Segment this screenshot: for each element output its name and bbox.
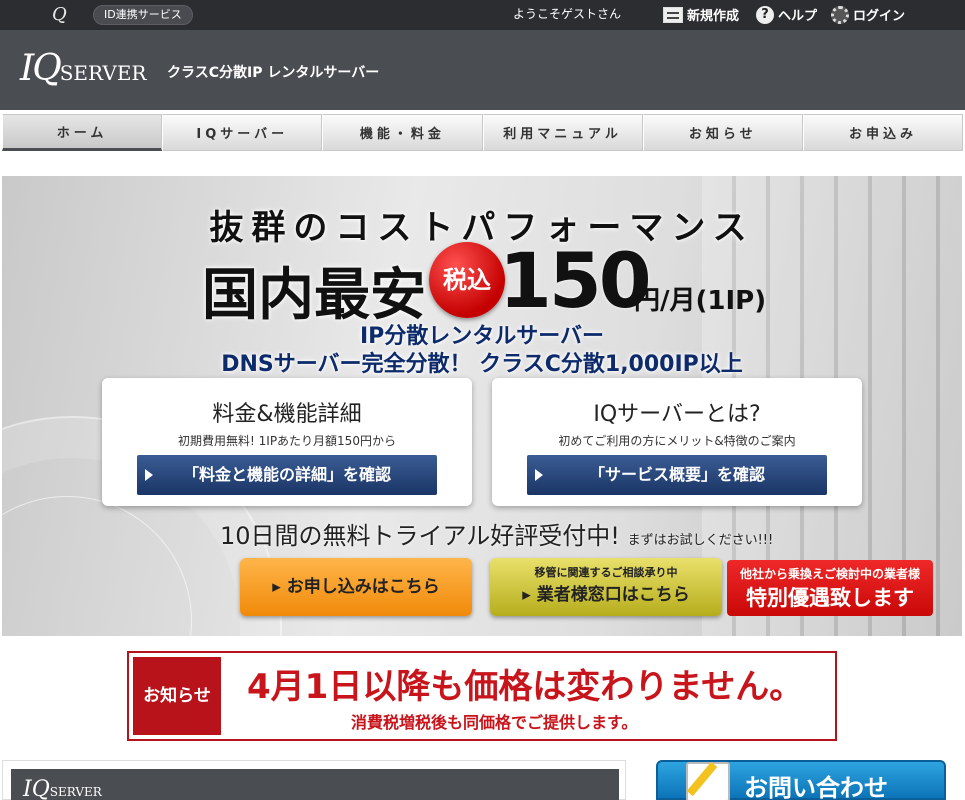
iq-server-logo[interactable]: IQSERVER: [20, 48, 146, 89]
main-nav: ホーム IQサーバー 機能・料金 利用マニュアル お知らせ お申込み: [2, 114, 964, 151]
pencil-note-icon: [686, 762, 730, 800]
nav-news[interactable]: お知らせ: [642, 114, 803, 151]
hero-subtitle-2: DNSサーバー完全分散！ クラスC分散1,000IP以上: [221, 352, 743, 377]
special-offer-banner[interactable]: 他社から乗換えご検討中の業者様 特別優遇致します: [727, 560, 933, 616]
free-trial-small: まずはお試しください!!!: [627, 533, 774, 548]
notice-main-text: 4月1日以降も価格は変わりません。: [247, 667, 804, 707]
hero-title: 抜群のコストパフォーマンス: [209, 208, 755, 248]
hero-banner: 抜群のコストパフォーマンス 国内最安 税込 150 円/月(1IP) IP分散レ…: [2, 176, 962, 636]
contact-button[interactable]: お問い合わせ: [656, 760, 946, 800]
special-offer-main: 特別優遇致します: [746, 586, 914, 610]
tax-included-badge: 税込: [429, 242, 505, 318]
help-link[interactable]: ? ヘルプ: [756, 5, 817, 24]
about-card-text: 初めてご利用の方にメリット&特徴のご案内: [558, 434, 796, 448]
login-link[interactable]: ログイン: [831, 5, 905, 24]
nav-home[interactable]: ホーム: [2, 114, 163, 151]
notice-sub-text: 消費税増税後も同価格でご提供します。: [351, 713, 638, 732]
q-logo[interactable]: Q: [52, 4, 67, 25]
hero-price-unit: 円/月(1IP): [634, 286, 767, 316]
top-bar: Q ID連携サービス ようこそゲストさん 新規作成 ? ヘルプ ログイン: [0, 0, 965, 30]
bottom-logo-bar: IQSERVER: [11, 769, 619, 800]
id-service-link[interactable]: ID連携サービス: [93, 5, 193, 25]
service-overview-button[interactable]: 「サービス概要」を確認: [527, 455, 827, 495]
site-tagline: クラスC分散IP レンタルサーバー: [167, 65, 380, 81]
apply-button[interactable]: ▸ お申し込みはこちら: [240, 558, 472, 616]
site-header: IQSERVER クラスC分散IP レンタルサーバー: [0, 30, 965, 110]
new-account-label: 新規作成: [687, 9, 740, 24]
login-label: ログイン: [853, 9, 906, 24]
about-card: IQサーバーとは? 初めてご利用の方にメリット&特徴のご案内 「サービス概要」を…: [492, 378, 862, 506]
gear-icon: [831, 5, 849, 24]
dealer-pre-text: 移管に関連するご相談承り中: [534, 566, 678, 579]
contact-label: お問い合わせ: [744, 774, 888, 800]
price-notice-banner[interactable]: お知らせ 4月1日以降も価格は変わりません。 消費税増税後も同価格でご提供します…: [127, 651, 837, 741]
logo-server-text: SERVER: [59, 61, 147, 85]
document-icon: [663, 6, 683, 23]
nav-manual[interactable]: 利用マニュアル: [482, 114, 643, 151]
pricing-card-heading: 料金&機能詳細: [212, 402, 362, 427]
new-account-link[interactable]: 新規作成: [663, 5, 739, 24]
welcome-text: ようこそゲストさん: [513, 7, 622, 21]
notice-tag: お知らせ: [133, 657, 221, 735]
dealer-contact-button[interactable]: 移管に関連するご相談承り中 ▸ 業者様窓口はこちら: [490, 558, 722, 616]
bottom-logo-iq: IQ: [23, 777, 50, 800]
nav-apply[interactable]: お申込み: [802, 114, 964, 151]
free-trial-text: 10日間の無料トライアル好評受付中! まずはお試しください!!!: [220, 516, 773, 551]
free-trial-main: 10日間の無料トライアル好評受付中!: [220, 522, 620, 550]
about-card-heading: IQサーバーとは?: [593, 402, 761, 427]
bottom-logo-server: SERVER: [49, 785, 102, 799]
nav-iq-server[interactable]: IQサーバー: [162, 114, 323, 151]
pricing-details-button[interactable]: 「料金と機能の詳細」を確認: [137, 455, 437, 495]
bottom-logo: IQSERVER: [23, 777, 102, 800]
hero-price: 150: [499, 236, 652, 325]
pricing-card: 料金&機能詳細 初期費用無料! 1IPあたり月額150円から 「料金と機能の詳細…: [102, 378, 472, 506]
dealer-main-text: ▸ 業者様窓口はこちら: [522, 585, 690, 605]
pricing-card-text: 初期費用無料! 1IPあたり月額150円から: [178, 434, 396, 448]
help-label: ヘルプ: [778, 9, 818, 24]
nav-features-pricing[interactable]: 機能・料金: [322, 114, 483, 151]
help-icon: ?: [756, 5, 774, 24]
special-offer-pre: 他社から乗換えご検討中の業者様: [739, 567, 920, 581]
logo-iq-text: IQ: [20, 48, 62, 89]
bottom-panel: IQSERVER: [2, 760, 626, 800]
